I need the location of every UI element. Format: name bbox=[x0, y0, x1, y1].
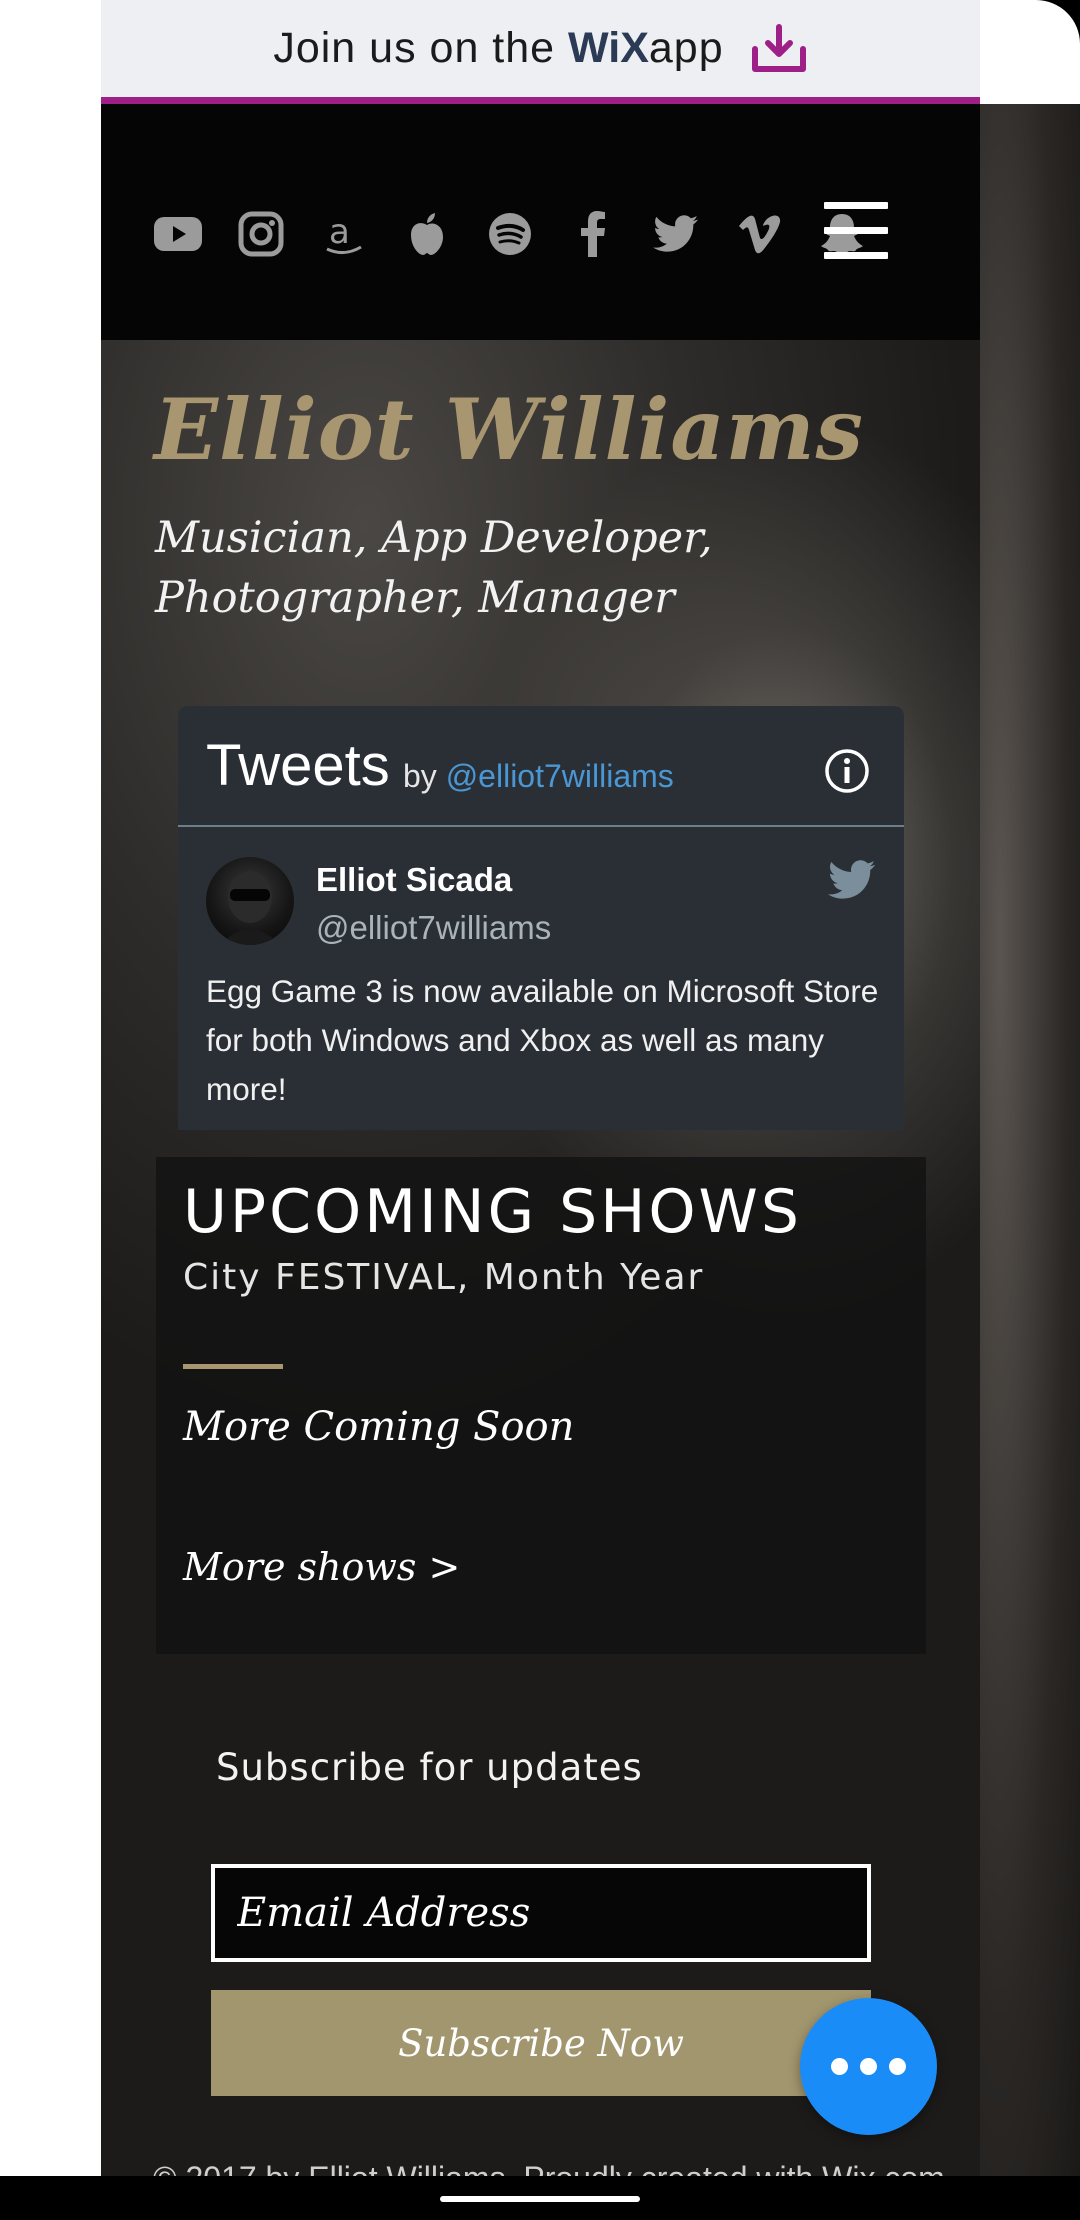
tweet-text: Egg Game 3 is now available on Microsoft… bbox=[206, 973, 879, 1107]
banner-text-before: Join us on the bbox=[273, 24, 556, 72]
subscribe-label: Subscribe for updates bbox=[216, 1746, 643, 1789]
instagram-icon[interactable] bbox=[236, 209, 286, 259]
tweets-byline: by @elliot7williams bbox=[403, 758, 674, 795]
more-dots-icon bbox=[860, 2058, 877, 2075]
tagline: Musician, App Developer, Photographer, M… bbox=[155, 513, 713, 623]
wix-app-banner[interactable]: Join us on the WiXapp bbox=[101, 0, 980, 104]
avatar[interactable] bbox=[206, 857, 294, 945]
more-dots-icon bbox=[889, 2058, 906, 2075]
site-header: a bbox=[101, 104, 980, 340]
shows-subtitle: City FESTIVAL, Month Year bbox=[183, 1257, 705, 1298]
twitter-bird-icon[interactable] bbox=[828, 859, 876, 901]
youtube-icon[interactable] bbox=[153, 209, 203, 259]
email-field[interactable] bbox=[211, 1864, 871, 1962]
hamburger-menu-icon[interactable] bbox=[824, 202, 888, 260]
apple-icon[interactable] bbox=[402, 209, 452, 259]
banner-text: Join us on the WiXapp bbox=[273, 24, 723, 73]
twitter-icon[interactable] bbox=[651, 209, 701, 259]
tweets-by-label: by bbox=[403, 758, 437, 794]
background-overflow bbox=[980, 104, 1080, 2220]
artist-name: Elliot Williams bbox=[154, 380, 864, 479]
home-gesture-handle[interactable] bbox=[440, 2196, 640, 2202]
tweets-header: Tweets by @elliot7williams bbox=[178, 706, 904, 827]
social-links: a bbox=[153, 199, 900, 269]
more-shows-link[interactable]: More shows > bbox=[183, 1545, 460, 1589]
more-dots-icon bbox=[831, 2058, 848, 2075]
svg-text:a: a bbox=[329, 212, 350, 252]
vimeo-icon[interactable] bbox=[734, 209, 784, 259]
phone-screen: Join us on the WiXapp a Elliot Williams … bbox=[0, 0, 1080, 2220]
spotify-icon[interactable] bbox=[485, 209, 535, 259]
tweets-title: Tweets bbox=[206, 733, 390, 798]
download-icon[interactable] bbox=[750, 23, 808, 75]
shows-note: More Coming Soon bbox=[183, 1404, 575, 1450]
facebook-icon[interactable] bbox=[568, 209, 618, 259]
shows-divider bbox=[183, 1364, 283, 1369]
tweet-author-handle[interactable]: @elliot7williams bbox=[316, 909, 551, 947]
twitter-timeline-widget[interactable]: Tweets by @elliot7williams Elliot Sicada… bbox=[178, 706, 904, 1130]
upcoming-shows-section: UPCOMING SHOWS City FESTIVAL, Month Year… bbox=[156, 1157, 926, 1654]
subscribe-button[interactable]: Subscribe Now bbox=[211, 1990, 871, 2096]
tweet-author-name[interactable]: Elliot Sicada bbox=[316, 861, 512, 899]
amazon-icon[interactable]: a bbox=[319, 209, 369, 259]
shows-title: UPCOMING SHOWS bbox=[183, 1177, 802, 1247]
wix-logo: WiX bbox=[568, 24, 649, 72]
tweets-handle-link[interactable]: @elliot7williams bbox=[446, 758, 674, 794]
banner-text-after: app bbox=[648, 24, 724, 72]
info-icon[interactable] bbox=[824, 748, 870, 794]
chat-button[interactable] bbox=[800, 1998, 937, 2135]
